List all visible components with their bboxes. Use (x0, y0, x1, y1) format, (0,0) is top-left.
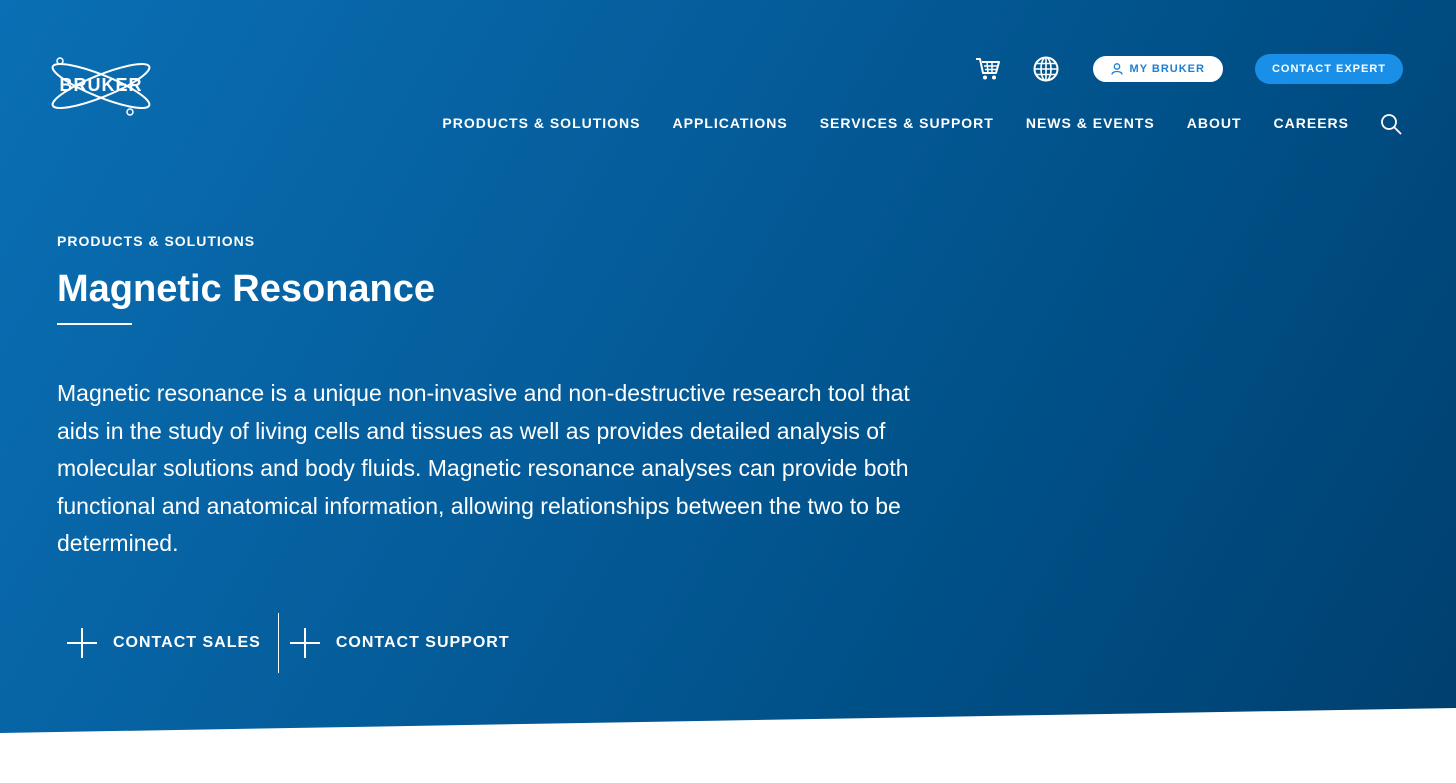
nav-careers[interactable]: CAREERS (1274, 115, 1349, 131)
plus-icon (289, 628, 320, 658)
contact-support-button[interactable]: CONTACT SUPPORT (289, 627, 510, 659)
my-bruker-label: MY BRUKER (1129, 63, 1205, 75)
search-icon[interactable] (1380, 113, 1402, 135)
action-divider (277, 613, 279, 673)
contact-actions: CONTACT SALES CONTACT SUPPORT (66, 613, 510, 673)
contact-expert-button[interactable]: CONTACT EXPERT (1254, 54, 1403, 84)
nav-about[interactable]: ABOUT (1187, 115, 1242, 131)
plus-icon (67, 628, 97, 658)
nav-news-events[interactable]: NEWS & EVENTS (1026, 115, 1155, 131)
cart-icon[interactable] (973, 54, 1003, 84)
user-icon (1110, 63, 1123, 75)
my-bruker-button[interactable]: MY BRUKER (1092, 56, 1223, 82)
bruker-logo[interactable]: BRUKER (46, 54, 156, 118)
breadcrumb[interactable]: PRODUCTS & SOLUTIONS (57, 233, 255, 249)
globe-icon[interactable] (1031, 54, 1061, 84)
nav-applications[interactable]: APPLICATIONS (673, 115, 788, 131)
contact-expert-label: CONTACT EXPERT (1271, 63, 1386, 75)
page-description: Magnetic resonance is a unique non-invas… (57, 380, 910, 556)
page-title: Magnetic Resonance (57, 268, 435, 310)
logo-wordmark: BRUKER (59, 75, 143, 95)
contact-sales-button[interactable]: CONTACT SALES (66, 627, 261, 659)
contact-support-label: CONTACT SUPPORT (335, 634, 510, 651)
nav-services-support[interactable]: SERVICES & SUPPORT (820, 115, 994, 131)
main-nav: PRODUCTS & SOLUTIONS APPLICATIONS SERVIC… (442, 111, 1402, 135)
title-underline (57, 323, 132, 325)
nav-products-solutions[interactable]: PRODUCTS & SOLUTIONS (442, 115, 640, 131)
utility-bar: MY BRUKER CONTACT EXPERT (973, 54, 1403, 84)
contact-sales-label: CONTACT SALES (113, 634, 261, 651)
